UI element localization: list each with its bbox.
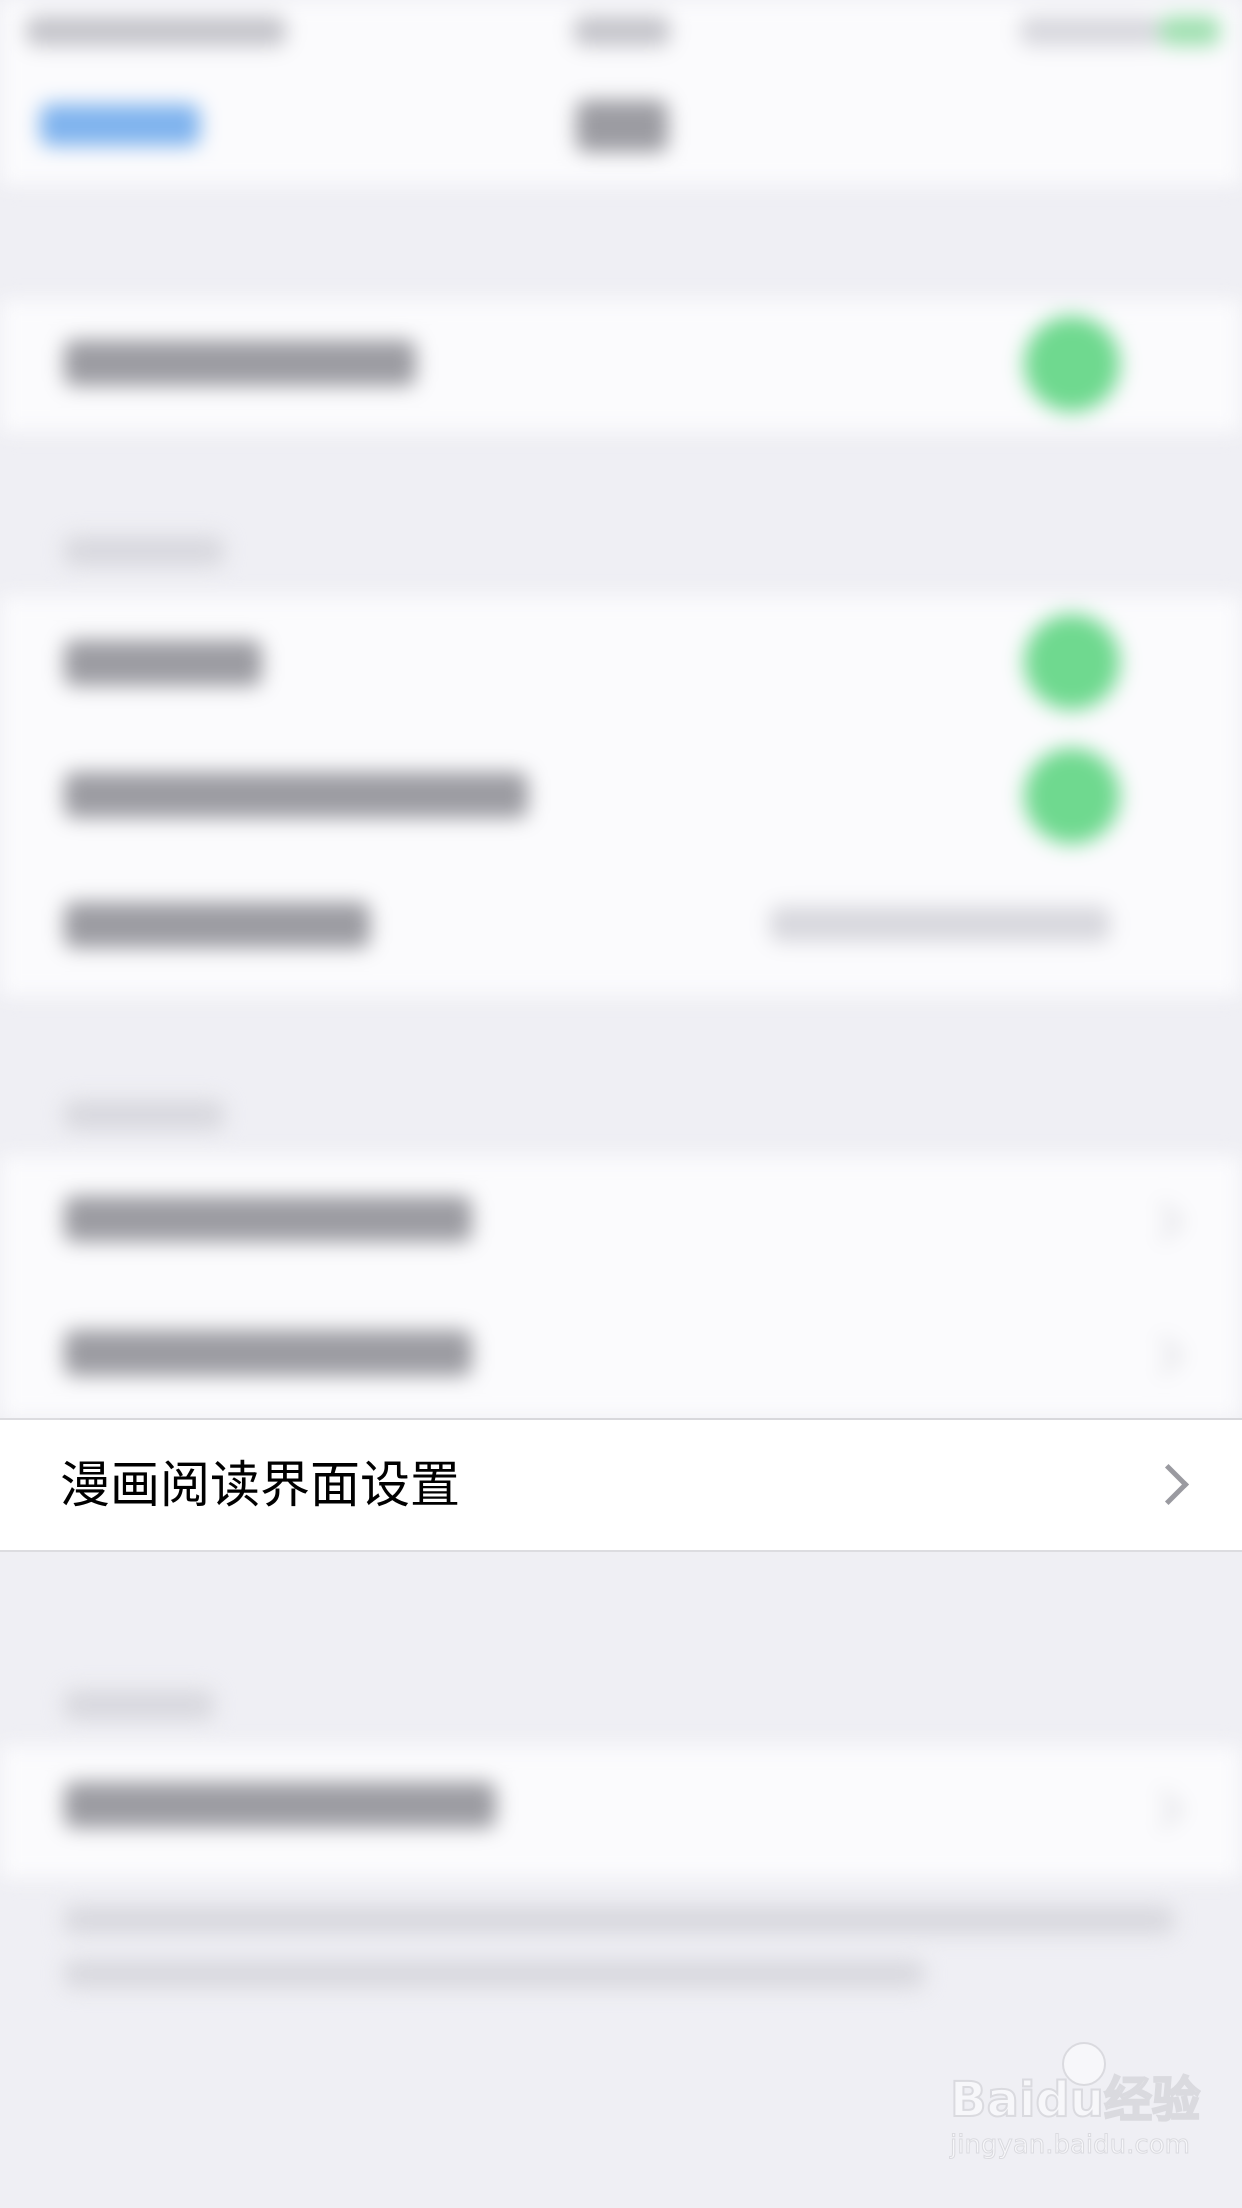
manga-reader-settings-label: 漫画阅读界面设置: [60, 1456, 460, 1514]
section-3-header: [64, 1100, 224, 1130]
section-3-row-1-label: [64, 1196, 472, 1242]
section-2-header: [64, 536, 224, 566]
battery-icon: [1160, 16, 1220, 46]
section-1-row-label: [64, 340, 416, 386]
baidu-watermark: Baidu经验 jingyan.baidu.com: [949, 2042, 1201, 2180]
section-2-row-2-label: [64, 772, 528, 818]
status-bar-indicators: [1020, 16, 1160, 46]
section-4-row-label: [64, 1782, 496, 1828]
watermark-brand: Baidu经验: [949, 2071, 1201, 2129]
manga-reader-settings-row[interactable]: 漫画阅读界面设置: [0, 1418, 1242, 1552]
status-bar-carrier: [26, 16, 286, 46]
nav-title: [576, 100, 668, 152]
section-2-row-3-value: [770, 906, 1110, 942]
footer-note-line-1: [64, 1906, 1174, 1934]
row-divider: [60, 1418, 1242, 1420]
section-4-header: [64, 1690, 214, 1720]
toggle-switch[interactable]: [1024, 748, 1120, 844]
toggle-switch[interactable]: [1024, 316, 1120, 412]
watermark-url: jingyan.baidu.com: [950, 2130, 1191, 2161]
blurred-background: [0, 0, 1242, 2208]
settings-screen: 漫画阅读界面设置 Baidu经验 jingyan.baidu.com: [0, 0, 1242, 2208]
section-2-row-3-label: [64, 902, 370, 948]
section-2-row-1-label: [64, 640, 262, 686]
toggle-switch[interactable]: [1024, 614, 1120, 710]
footer-note-line-2: [64, 1960, 924, 1988]
chevron-right-icon: [1147, 1463, 1190, 1506]
section-3-row-2-label: [64, 1330, 472, 1376]
status-bar-time: [574, 16, 670, 46]
back-button[interactable]: [40, 104, 200, 146]
